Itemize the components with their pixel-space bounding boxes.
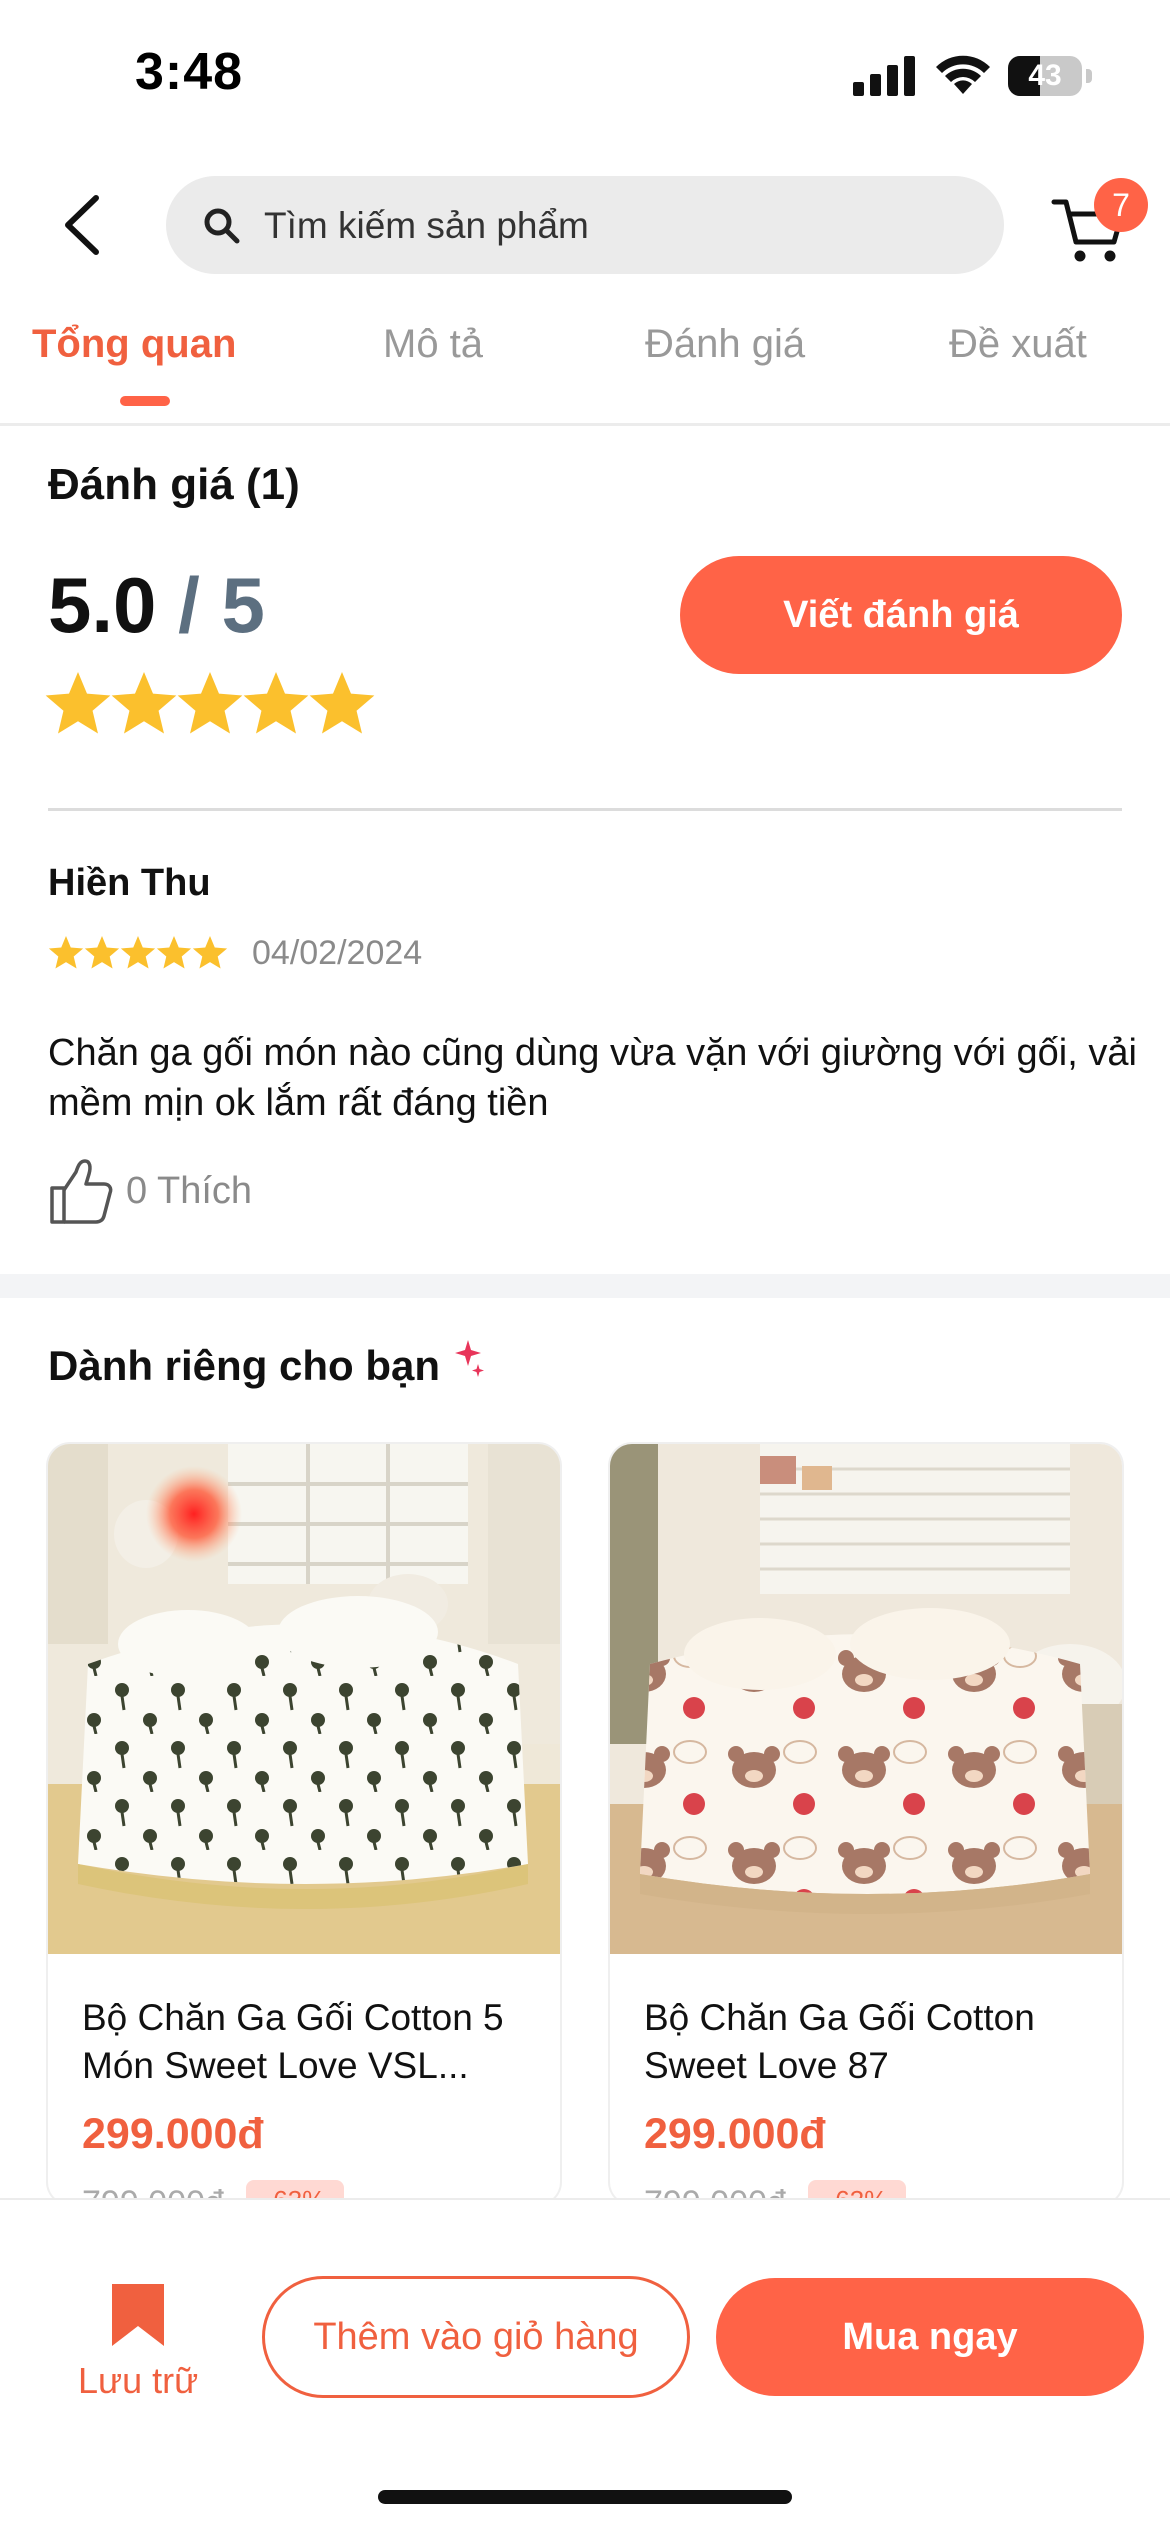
star-icon bbox=[45, 672, 111, 734]
cellular-signal-icon bbox=[853, 56, 915, 96]
product-price: 299.000đ bbox=[82, 2110, 264, 2158]
active-tab-indicator bbox=[120, 396, 170, 406]
reviewer-name: Hiền Thu bbox=[48, 862, 211, 904]
star-icon bbox=[309, 672, 375, 734]
star-icon bbox=[192, 936, 228, 969]
tab-recommendations[interactable]: Đề xuất bbox=[949, 322, 1087, 367]
product-card[interactable]: Bộ Chăn Ga Gối Cotton Sweet Love 87 299.… bbox=[610, 1444, 1122, 2204]
wifi-icon bbox=[936, 55, 990, 94]
home-indicator bbox=[378, 2490, 792, 2504]
add-to-cart-button[interactable]: Thêm vào giỏ hàng bbox=[262, 2276, 690, 2398]
header: Tìm kiếm sản phẩm 7 bbox=[0, 160, 1170, 290]
divider bbox=[48, 808, 1122, 811]
status-bar: 3:48 43 bbox=[0, 0, 1170, 150]
rating-score-value: 5.0 bbox=[48, 561, 157, 649]
battery-level: 43 bbox=[1028, 59, 1062, 92]
back-button[interactable] bbox=[50, 190, 120, 260]
thumbs-up-icon bbox=[50, 1159, 113, 1224]
product-name: Bộ Chăn Ga Gối Cotton Sweet Love 87 bbox=[644, 1997, 1035, 2086]
product-price: 299.000đ bbox=[644, 2110, 826, 2158]
bottom-action-bar: Lưu trữ Thêm vào giỏ hàng Mua ngay bbox=[0, 2198, 1170, 2532]
star-icon bbox=[156, 936, 192, 969]
search-placeholder: Tìm kiếm sản phẩm bbox=[264, 205, 589, 246]
product-image bbox=[610, 1444, 1122, 1954]
tab-description[interactable]: Mô tả bbox=[383, 322, 483, 367]
product-image bbox=[48, 1444, 560, 1954]
section-separator bbox=[0, 1274, 1170, 1298]
recommend-section-title: Dành riêng cho bạn bbox=[48, 1342, 441, 1389]
battery-icon: 43 bbox=[1008, 56, 1092, 96]
bookmark-icon bbox=[112, 2284, 164, 2346]
tab-bar: Tổng quan Mô tả Đánh giá Đề xuất bbox=[0, 300, 1170, 426]
star-icon bbox=[84, 936, 120, 969]
star-icon bbox=[48, 936, 84, 969]
tab-reviews[interactable]: Đánh giá bbox=[645, 322, 805, 367]
rating-score-max: / 5 bbox=[156, 561, 265, 649]
search-input[interactable]: Tìm kiếm sản phẩm bbox=[166, 176, 1004, 274]
sparkle-icon bbox=[455, 1340, 484, 1377]
rating-section-title: Đánh giá (1) bbox=[48, 460, 300, 509]
star-icon bbox=[243, 672, 309, 734]
save-button[interactable]: Lưu trữ bbox=[56, 2284, 216, 2404]
write-review-button[interactable]: Viết đánh giá bbox=[680, 556, 1122, 674]
buy-now-button[interactable]: Mua ngay bbox=[716, 2278, 1144, 2396]
review-text: Chăn ga gối món nào cũng dùng vừa vặn vớ… bbox=[48, 1032, 1137, 1124]
star-icon bbox=[111, 672, 177, 734]
star-icon bbox=[120, 936, 156, 969]
status-time: 3:48 bbox=[135, 43, 244, 101]
rating-stars bbox=[45, 672, 375, 734]
product-card[interactable]: Bộ Chăn Ga Gối Cotton 5 Món Sweet Love V… bbox=[48, 1444, 560, 2204]
save-label: Lưu trữ bbox=[78, 2360, 199, 2401]
cart-count-badge: 7 bbox=[1094, 178, 1148, 232]
search-icon bbox=[204, 208, 240, 244]
review-date: 04/02/2024 bbox=[252, 934, 423, 972]
star-icon bbox=[177, 672, 243, 734]
rating-score: 5.0 / 5 bbox=[48, 560, 265, 651]
like-count: 0 Thích bbox=[126, 1170, 253, 1212]
product-name: Bộ Chăn Ga Gối Cotton 5 Món Sweet Love V… bbox=[82, 1997, 504, 2086]
tab-overview[interactable]: Tổng quan bbox=[32, 322, 236, 367]
review-stars bbox=[48, 936, 228, 969]
